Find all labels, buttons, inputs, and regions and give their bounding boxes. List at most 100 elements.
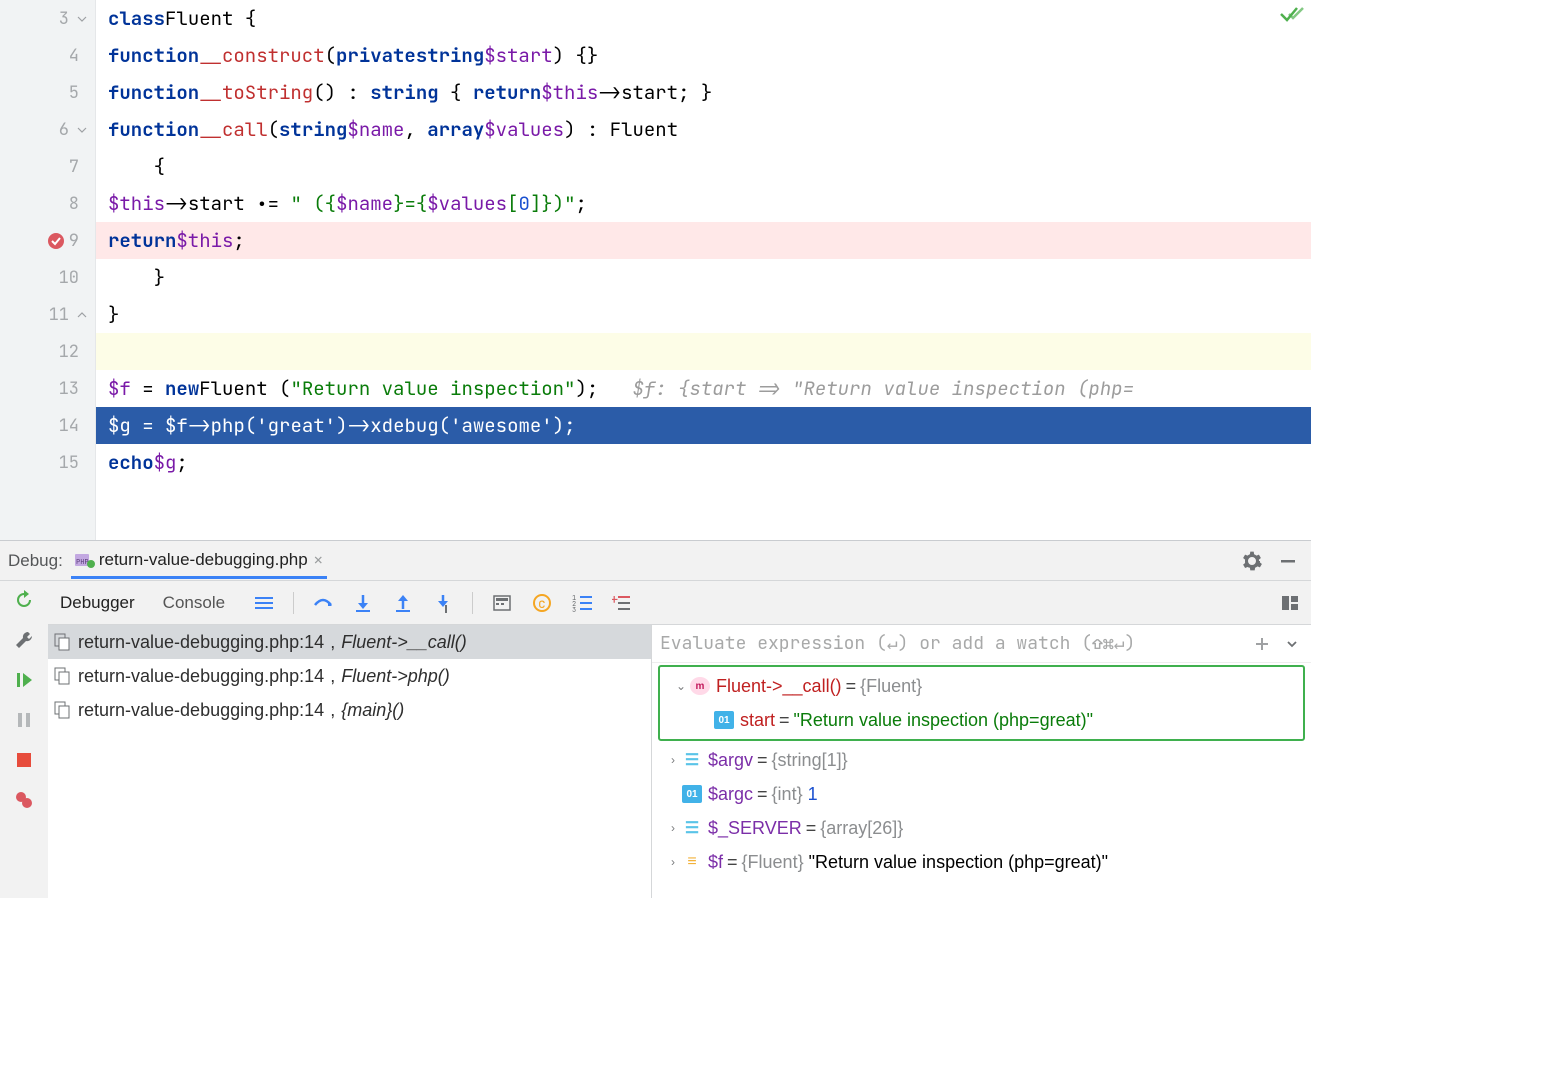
var-name: Fluent->__call() (716, 676, 842, 697)
expand-icon[interactable]: › (664, 855, 682, 869)
var-value: "Return value inspection (php=great)" (794, 710, 1093, 731)
add-watch-icon[interactable]: + (611, 592, 633, 614)
tab-console[interactable]: Console (163, 593, 225, 613)
code-line: function __call(string $name, array $val… (96, 111, 1311, 148)
int-value-icon: 01 (682, 785, 702, 803)
gutter-row[interactable]: 4 (0, 37, 95, 74)
code-line (96, 333, 1311, 370)
gutter-row[interactable]: 8 (0, 185, 95, 222)
wrench-icon[interactable] (13, 629, 35, 651)
code-line: function __toString() : string { return … (96, 74, 1311, 111)
gutter-row[interactable]: 14 (0, 407, 95, 444)
step-over-icon[interactable] (312, 592, 334, 614)
pause-icon[interactable] (13, 709, 35, 731)
expand-icon[interactable]: › (664, 753, 682, 767)
code-line: echo $g; (96, 444, 1311, 481)
var-row[interactable]: 01 $argc = {int} 1 (652, 777, 1311, 811)
line-number: 5 (69, 82, 87, 104)
var-value: "Return value inspection (php=great)" (809, 852, 1108, 873)
close-icon[interactable]: ✕ (314, 550, 323, 570)
var-type: {int} (772, 784, 803, 805)
fold-end-icon[interactable] (77, 310, 87, 320)
debugger-lower: return-value-debugging.php:14, Fluent->_… (48, 625, 1311, 898)
line-number: 3 (59, 8, 77, 30)
line-number: 13 (59, 378, 87, 400)
php-file-icon: PHP (75, 552, 95, 568)
sort-icon[interactable]: 123 (571, 592, 593, 614)
frame-icon (54, 701, 72, 719)
debug-toolwindow-header: Debug: PHP return-value-debugging.php ✕ (0, 540, 1311, 580)
string-value-icon: 01 (714, 711, 734, 729)
code-line: $g = $f->php('great')->xdebug('awesome')… (96, 407, 1311, 444)
gutter-row[interactable]: 9 (0, 222, 95, 259)
line-number: 11 (49, 304, 77, 326)
var-name: $argc (708, 784, 753, 805)
minimize-icon[interactable] (1277, 550, 1299, 572)
frame-row[interactable]: return-value-debugging.php:14, Fluent->_… (48, 625, 651, 659)
debug-session-name: return-value-debugging.php (99, 550, 308, 570)
array-icon: ☰ (682, 751, 702, 769)
debug-label: Debug: (8, 551, 63, 571)
var-value: 1 (808, 784, 818, 805)
step-out-icon[interactable] (392, 592, 414, 614)
tab-debugger[interactable]: Debugger (60, 593, 135, 613)
editor-gutter: 3 4 5 6 7 8 9 10 11 12 13 14 15 (0, 0, 96, 540)
frame-row[interactable]: return-value-debugging.php:14, Fluent->p… (48, 659, 651, 693)
gutter-row[interactable]: 13 (0, 370, 95, 407)
gutter-row[interactable]: 10 (0, 259, 95, 296)
run-to-cursor-icon[interactable] (432, 592, 454, 614)
code-editor[interactable]: 3 4 5 6 7 8 9 10 11 12 13 14 15 class Fl… (0, 0, 1311, 540)
step-into-icon[interactable] (352, 592, 374, 614)
gear-icon[interactable] (1241, 550, 1263, 572)
expand-icon[interactable]: › (664, 821, 682, 835)
breakpoint-icon[interactable] (46, 231, 66, 251)
breakpoints-icon[interactable] (13, 789, 35, 811)
var-name: $f (708, 852, 723, 873)
gutter-row[interactable]: 15 (0, 444, 95, 481)
gutter-row[interactable]: 12 (0, 333, 95, 370)
gutter-row[interactable]: 5 (0, 74, 95, 111)
add-icon[interactable] (1251, 633, 1273, 655)
object-icon: ≡ (682, 853, 702, 871)
rerun-icon[interactable] (13, 589, 35, 611)
frame-file: return-value-debugging.php:14 (78, 666, 324, 687)
debug-session-tab[interactable]: PHP return-value-debugging.php ✕ (71, 542, 327, 579)
gutter-row[interactable]: 3 (0, 0, 95, 37)
debugger-body: Debugger Console c 123 + (48, 581, 1311, 898)
gutter-row[interactable]: 11 (0, 296, 95, 333)
variables-list[interactable]: ⌄ m Fluent->__call() = {Fluent} 01 start… (652, 663, 1311, 879)
collapse-icon[interactable]: ⌄ (672, 679, 690, 693)
var-row[interactable]: › ☰ $_SERVER = {array[26]} (652, 811, 1311, 845)
return-value-highlight: ⌄ m Fluent->__call() = {Fluent} 01 start… (658, 665, 1305, 741)
var-row[interactable]: 01 start = "Return value inspection (php… (660, 703, 1303, 737)
svg-text:3: 3 (572, 606, 576, 612)
svg-text:c: c (538, 595, 546, 612)
gutter-row[interactable]: 7 (0, 148, 95, 185)
svg-text:+: + (612, 594, 618, 609)
code-line: function __construct(private string $sta… (96, 37, 1311, 74)
line-number: 9 (69, 230, 87, 252)
fold-icon[interactable] (77, 125, 87, 135)
line-number: 10 (59, 267, 87, 289)
trace-icon[interactable]: c (531, 592, 553, 614)
resume-icon[interactable] (13, 669, 35, 691)
chevron-down-icon[interactable] (1281, 633, 1303, 655)
frame-method: Fluent->__call() (341, 632, 467, 653)
fold-icon[interactable] (77, 14, 87, 24)
code-text-area[interactable]: class Fluent { function __construct(priv… (96, 0, 1311, 540)
var-row[interactable]: › ≡ $f = {Fluent} "Return value inspecti… (652, 845, 1311, 879)
frames-panel[interactable]: return-value-debugging.php:14, Fluent->_… (48, 625, 652, 898)
inspection-ok-icon[interactable] (1279, 4, 1305, 24)
layout-icon[interactable] (1279, 592, 1301, 614)
evaluate-input[interactable]: Evaluate expression (↵) or add a watch (… (652, 625, 1311, 663)
var-row[interactable]: › ☰ $argv = {string[1]} (652, 743, 1311, 777)
var-row[interactable]: ⌄ m Fluent->__call() = {Fluent} (660, 669, 1303, 703)
line-number: 4 (69, 45, 87, 67)
code-line: { (96, 148, 1311, 185)
line-number: 7 (69, 156, 87, 178)
stop-icon[interactable] (13, 749, 35, 771)
show-execution-point-icon[interactable] (253, 592, 275, 614)
gutter-row[interactable]: 6 (0, 111, 95, 148)
evaluate-icon[interactable] (491, 592, 513, 614)
frame-row[interactable]: return-value-debugging.php:14, {main}() (48, 693, 651, 727)
